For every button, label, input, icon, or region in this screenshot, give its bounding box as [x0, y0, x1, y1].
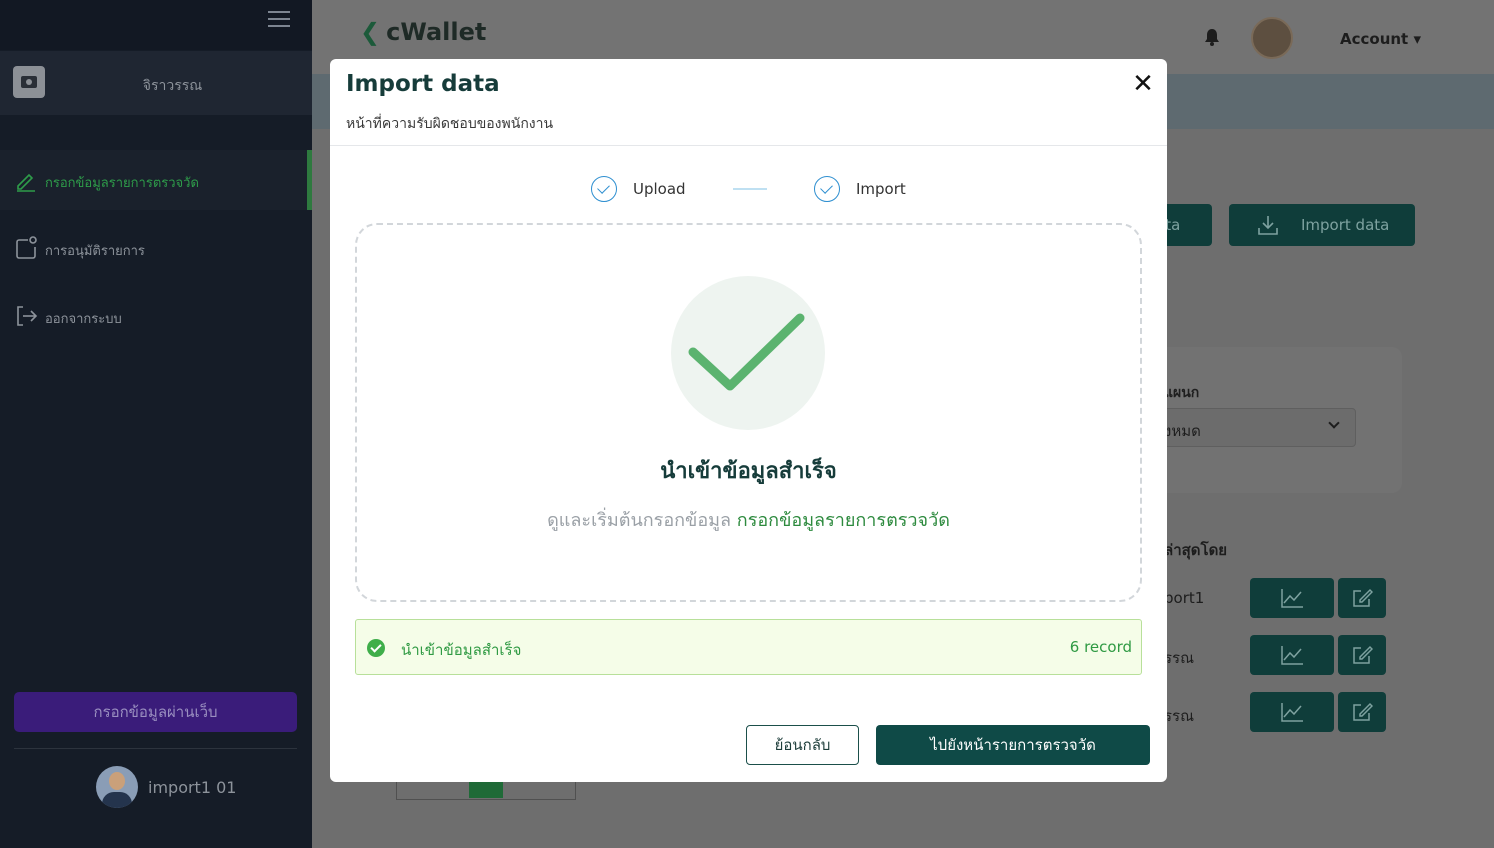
success-title: นำเข้าข้อมูลสำเร็จ	[660, 459, 837, 484]
table-cell: รรณ	[1164, 649, 1195, 667]
sidebar-item-measurement-entry[interactable]: กรอกข้อมูลรายการตรวจวัด	[0, 150, 312, 210]
sidebar-user-panel: จิราวรรณ	[0, 51, 312, 115]
success-text: ดูและเริ่มต้นกรอกข้อมูล	[547, 510, 732, 531]
edit-row-button[interactable]	[1338, 578, 1386, 618]
edit-icon	[1353, 588, 1373, 607]
department-select-value: ั้งหมด	[1164, 422, 1201, 440]
sidebar-item-label: กรอกข้อมูลรายการตรวจวัด	[45, 176, 199, 191]
pagination[interactable]	[396, 780, 576, 800]
sidebar-menu: กรอกข้อมูลรายการตรวจวัด การอนุมัติรายการ…	[0, 150, 312, 354]
record-count: 6 record	[1069, 638, 1132, 656]
caret-down-icon: ▾	[1413, 30, 1421, 48]
step-upload-label: Upload	[633, 180, 686, 198]
measurement-entry-link[interactable]: กรอกข้อมูลรายการตรวจวัด	[737, 510, 950, 531]
logout-icon	[17, 306, 38, 326]
check-circle-filled-icon	[367, 639, 385, 657]
chart-button[interactable]	[1250, 578, 1334, 618]
sidebar: จิราวรรณ กรอกข้อมูลรายการตรวจวัด การอนุม…	[0, 0, 312, 848]
chart-button[interactable]	[1250, 635, 1334, 675]
edit-icon	[17, 173, 35, 192]
hamburger-menu-icon[interactable]	[268, 11, 290, 29]
close-icon[interactable]: ✕	[1130, 71, 1156, 97]
step-import-label: Import	[856, 180, 906, 198]
sidebar-item-approval[interactable]: การอนุมัติรายการ	[0, 218, 312, 278]
filter-label: แผนก	[1164, 385, 1200, 401]
account-dropdown[interactable]: Account ▾	[1340, 30, 1421, 48]
sidebar-divider	[14, 748, 297, 749]
download-icon	[1258, 216, 1278, 235]
edit-icon	[1353, 645, 1373, 664]
user-avatar[interactable]	[1251, 17, 1293, 59]
step-connector	[733, 188, 767, 190]
edit-icon	[1353, 702, 1373, 721]
back-button[interactable]: ย้อนกลับ	[746, 725, 859, 765]
check-circle-icon	[591, 176, 617, 202]
import-data-modal: Import data หน้าที่ความรับผิดชอบของพนักง…	[330, 59, 1167, 782]
logo-mark-icon: ❮	[360, 18, 381, 46]
modal-title: Import data	[346, 71, 500, 97]
pagination-current-page[interactable]	[469, 780, 503, 798]
alert-text: นำเข้าข้อมูลสำเร็จ	[401, 641, 522, 659]
table-cell: port1	[1164, 589, 1205, 607]
chart-icon	[1281, 646, 1303, 665]
brand-name: cWallet	[386, 18, 487, 46]
sidebar-item-label: การอนุมัติรายการ	[45, 244, 145, 259]
approval-icon	[16, 236, 37, 259]
edit-row-button[interactable]	[1338, 692, 1386, 732]
bell-icon[interactable]	[1204, 28, 1220, 46]
success-description: ดูและเริ่มต้นกรอกข้อมูล กรอกข้อมูลรายการ…	[330, 505, 1167, 534]
check-circle-icon	[814, 176, 840, 202]
web-entry-button[interactable]: กรอกข้อมูลผ่านเว็บ	[14, 692, 297, 732]
chart-icon	[1281, 703, 1303, 722]
go-to-measurement-list-button[interactable]: ไปยังหน้ารายการตรวจวัด	[876, 725, 1150, 765]
sidebar-username: จิราวรรณ	[142, 78, 203, 94]
modal-divider	[330, 145, 1167, 146]
sidebar-top	[0, 0, 312, 50]
modal-subtitle: หน้าที่ความรับผิดชอบของพนักงาน	[346, 116, 554, 132]
chart-icon	[1281, 589, 1303, 608]
import-data-button[interactable]: Import data	[1229, 204, 1415, 246]
success-check-icon	[671, 276, 825, 430]
avatar[interactable]	[96, 766, 138, 808]
brand-logo[interactable]: ❮ cWallet	[360, 18, 486, 46]
stepper: Upload Import	[330, 175, 1167, 205]
edit-row-button[interactable]	[1338, 635, 1386, 675]
chart-button[interactable]	[1250, 692, 1334, 732]
account-label: Account	[1340, 30, 1409, 48]
footer-username: import1 01	[148, 778, 237, 797]
table-cell: รรณ	[1164, 707, 1195, 725]
import-data-label: Import data	[1301, 216, 1390, 234]
success-alert: นำเข้าข้อมูลสำเร็จ 6 record	[355, 619, 1142, 675]
table-column-header: ล่าสุดโดย	[1164, 541, 1228, 559]
sidebar-item-logout[interactable]: ออกจากระบบ	[0, 286, 312, 346]
sidebar-item-label: ออกจากระบบ	[45, 312, 122, 327]
